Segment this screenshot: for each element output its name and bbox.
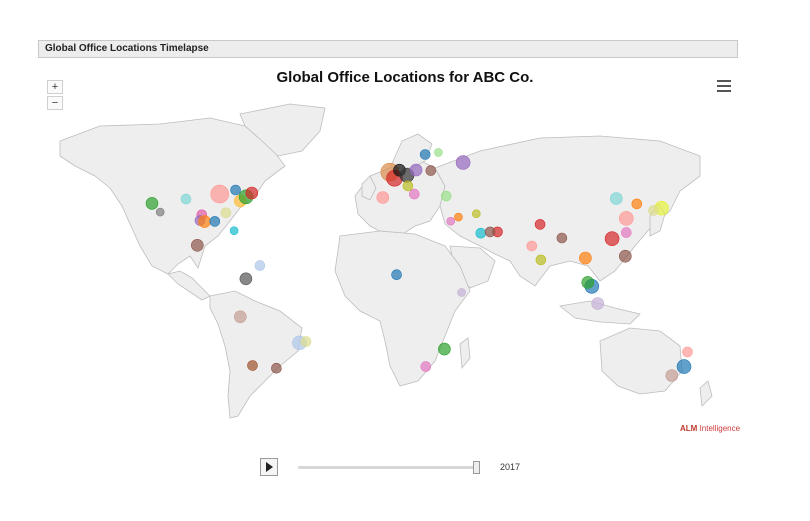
office-bubble[interactable] [556, 232, 568, 244]
office-bubble[interactable] [579, 251, 592, 265]
play-icon [266, 462, 273, 472]
office-bubble[interactable] [300, 336, 312, 347]
office-bubble[interactable] [425, 165, 437, 176]
office-bubble[interactable] [229, 226, 239, 235]
office-bubble[interactable] [180, 193, 192, 205]
office-bubble[interactable] [454, 212, 463, 222]
office-bubble[interactable] [254, 260, 266, 271]
office-bubble[interactable] [591, 297, 605, 310]
chart-title: Global Office Locations for ABC Co. [276, 69, 534, 86]
office-bubble[interactable] [581, 276, 595, 289]
office-bubble[interactable] [198, 215, 211, 228]
office-bubble[interactable] [455, 155, 471, 170]
office-bubble[interactable] [271, 362, 282, 374]
play-button[interactable] [260, 458, 278, 476]
office-bubble[interactable] [409, 163, 423, 177]
office-bubble[interactable] [440, 190, 452, 202]
office-bubble[interactable] [420, 361, 432, 372]
office-bubble[interactable] [247, 360, 258, 371]
current-year-label: 2017 [500, 462, 521, 472]
new-zealand [699, 380, 713, 407]
zoom-in-button[interactable]: + [47, 80, 63, 94]
panel-header: Global Office Locations Timelapse [38, 40, 738, 58]
alm-credit: ALM Intelligence [680, 424, 740, 433]
credit-text: Intelligence [699, 424, 741, 433]
world-map[interactable] [40, 96, 740, 426]
office-bubble[interactable] [210, 184, 229, 204]
office-bubble[interactable] [609, 192, 623, 205]
office-bubble[interactable] [245, 186, 259, 200]
office-bubble[interactable] [618, 249, 632, 263]
office-bubble[interactable] [419, 149, 431, 160]
office-bubble[interactable] [534, 219, 546, 230]
office-bubble[interactable] [535, 254, 547, 266]
office-bubble[interactable] [665, 369, 679, 382]
office-bubble[interactable] [408, 188, 420, 200]
office-bubble[interactable] [234, 310, 247, 324]
office-bubble[interactable] [376, 191, 390, 204]
office-bubble[interactable] [220, 207, 232, 219]
office-bubble[interactable] [155, 207, 165, 217]
timeline-slider-handle[interactable] [473, 461, 480, 474]
office-bubble[interactable] [676, 359, 692, 374]
central-america [167, 270, 211, 301]
office-bubble[interactable] [239, 272, 253, 286]
madagascar [459, 337, 471, 370]
office-bubble[interactable] [434, 148, 443, 157]
office-bubble[interactable] [618, 211, 634, 226]
office-bubble[interactable] [682, 346, 693, 358]
timeline-slider-track[interactable] [298, 466, 480, 469]
office-bubble[interactable] [145, 197, 159, 210]
office-bubble[interactable] [391, 269, 402, 280]
office-bubble[interactable] [648, 205, 659, 216]
australia [599, 327, 683, 395]
office-bubble[interactable] [484, 226, 496, 238]
office-bubble[interactable] [438, 342, 451, 356]
office-bubble[interactable] [457, 288, 466, 297]
land-masses [59, 103, 713, 419]
panel-title: Global Office Locations Timelapse [45, 43, 209, 54]
office-bubble[interactable] [475, 227, 487, 239]
office-bubble[interactable] [191, 239, 204, 252]
africa [334, 230, 471, 387]
office-bubble[interactable] [631, 198, 643, 210]
office-bubble[interactable] [471, 209, 481, 218]
south-america [209, 290, 303, 419]
office-bubble[interactable] [230, 184, 241, 196]
hamburger-menu-icon[interactable] [717, 80, 731, 92]
office-bubble[interactable] [209, 216, 221, 227]
office-bubble[interactable] [402, 180, 414, 192]
office-bubble[interactable] [604, 231, 620, 246]
credit-brand: ALM [680, 424, 698, 433]
office-bubble[interactable] [526, 240, 538, 252]
office-bubble[interactable] [620, 227, 632, 238]
office-bubble[interactable] [446, 216, 456, 226]
